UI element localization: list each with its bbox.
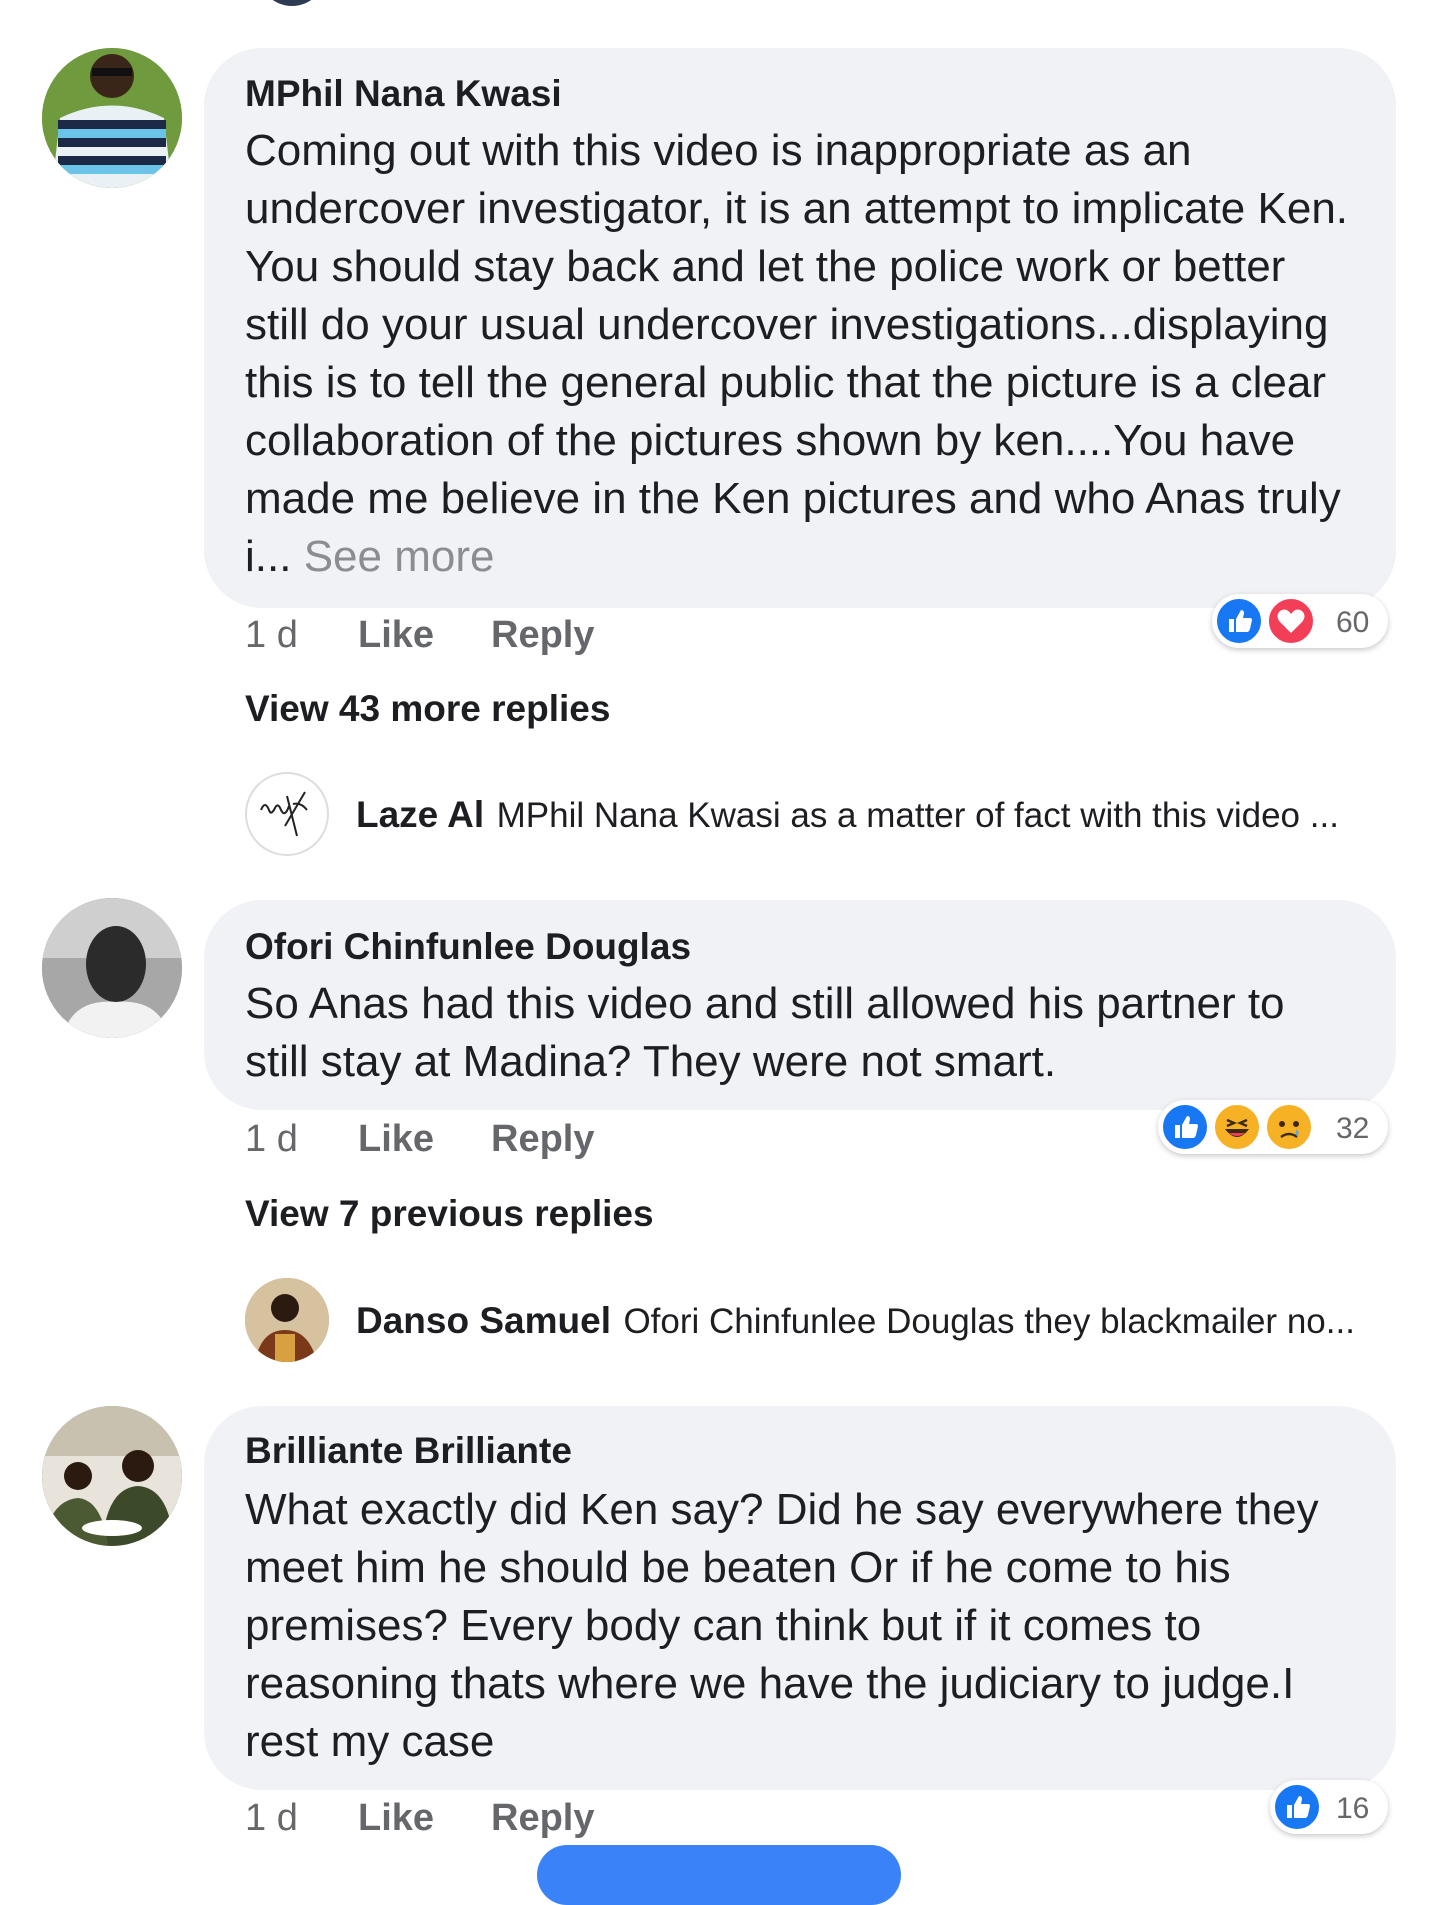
comment-time: 1 d bbox=[245, 1118, 298, 1160]
reply-author[interactable]: Danso Samuel bbox=[356, 1300, 611, 1341]
comment-text: What exactly did Ken say? Did he say eve… bbox=[245, 1485, 1319, 1766]
reaction-count: 16 bbox=[1336, 1792, 1370, 1825]
sad-icon bbox=[1264, 1102, 1314, 1152]
reply-author[interactable]: Laze Al bbox=[356, 794, 484, 835]
reply-button[interactable]: Reply bbox=[491, 1118, 594, 1161]
reply-preview[interactable]: Laze Al MPhil Nana Kwasi as a matter of … bbox=[356, 794, 1339, 836]
reply-button[interactable]: Reply bbox=[491, 1797, 594, 1840]
view-more-replies[interactable]: View 43 more replies bbox=[245, 688, 610, 730]
comment-author[interactable]: Brilliante Brilliante bbox=[245, 1430, 572, 1472]
haha-icon bbox=[1212, 1102, 1262, 1152]
avatar-image bbox=[42, 48, 182, 188]
avatar-image bbox=[42, 898, 182, 1038]
comment-time: 1 d bbox=[245, 614, 298, 656]
avatar-image bbox=[245, 1278, 329, 1362]
reaction-summary[interactable]: 32 bbox=[1158, 1100, 1388, 1154]
like-button[interactable]: Like bbox=[358, 1797, 434, 1840]
avatar-partial bbox=[258, 0, 326, 6]
reaction-summary[interactable]: 16 bbox=[1270, 1780, 1388, 1834]
signature-icon bbox=[260, 791, 308, 837]
avatar-image bbox=[42, 1406, 182, 1546]
avatar-brilliante-brilliante[interactable] bbox=[42, 1406, 182, 1546]
comment-text: Coming out with this video is inappropri… bbox=[245, 122, 1355, 586]
comment-time: 1 d bbox=[245, 1797, 298, 1839]
avatar-laze-al[interactable] bbox=[245, 772, 329, 856]
like-button[interactable]: Like bbox=[358, 1118, 434, 1161]
reply-text: Ofori Chinfunlee Douglas they blackmaile… bbox=[623, 1302, 1355, 1341]
like-icon bbox=[1160, 1102, 1210, 1152]
comment-author[interactable]: MPhil Nana Kwasi bbox=[245, 73, 562, 115]
reply-button[interactable]: Reply bbox=[491, 614, 594, 657]
reply-preview[interactable]: Danso Samuel Ofori Chinfunlee Douglas th… bbox=[356, 1300, 1355, 1342]
like-icon bbox=[1214, 596, 1264, 646]
reaction-summary[interactable]: 60 bbox=[1212, 594, 1388, 648]
avatar-danso-samuel[interactable] bbox=[245, 1278, 329, 1362]
see-more-link[interactable]: See more bbox=[304, 532, 495, 581]
love-icon bbox=[1266, 596, 1316, 646]
comment-text-content: Coming out with this video is inappropri… bbox=[245, 126, 1349, 581]
comment-text: So Anas had this video and still allowed… bbox=[245, 979, 1285, 1086]
reaction-count: 60 bbox=[1336, 606, 1370, 639]
like-button[interactable]: Like bbox=[358, 614, 434, 657]
avatar-mphil-nana-kwasi[interactable] bbox=[42, 48, 182, 188]
comment-author[interactable]: Ofori Chinfunlee Douglas bbox=[245, 926, 691, 968]
view-previous-replies[interactable]: View 7 previous replies bbox=[245, 1193, 654, 1235]
reaction-count: 32 bbox=[1336, 1112, 1370, 1145]
reply-text: MPhil Nana Kwasi as a matter of fact wit… bbox=[496, 796, 1339, 835]
avatar-ofori-chinfunlee-douglas[interactable] bbox=[42, 898, 182, 1038]
floating-action-button[interactable] bbox=[537, 1845, 901, 1905]
like-icon bbox=[1272, 1782, 1322, 1832]
